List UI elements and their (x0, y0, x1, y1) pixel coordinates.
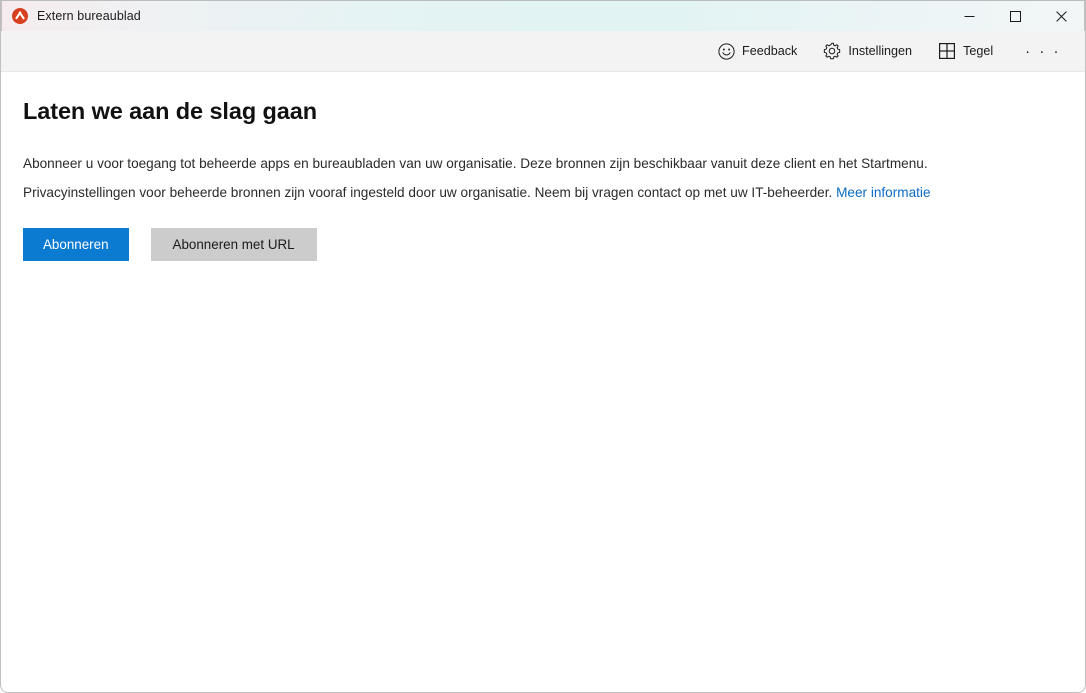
tile-view-label: Tegel (963, 44, 994, 58)
settings-button[interactable]: Instellingen (815, 36, 920, 66)
more-info-link[interactable]: Meer informatie (836, 185, 930, 200)
page-title: Laten we aan de slag gaan (23, 98, 317, 124)
main-content: Laten we aan de slag gaan Abonneer u voo… (1, 72, 1085, 261)
subscribe-button[interactable]: Abonneren (23, 228, 129, 261)
feedback-label: Feedback (742, 44, 798, 58)
settings-label: Instellingen (848, 44, 913, 58)
tile-view-button[interactable]: Tegel (930, 36, 1001, 66)
title-bar[interactable]: Extern bureaublad (1, 0, 1085, 31)
close-icon (1055, 10, 1067, 22)
grid-icon (938, 42, 956, 60)
close-button[interactable] (1038, 1, 1084, 32)
description-line-1: Abonneer u voor toegang tot beheerde app… (23, 156, 928, 171)
command-toolbar: Feedback Instellingen Tegel · · · (1, 31, 1085, 72)
feedback-button[interactable]: Feedback (709, 36, 805, 66)
window-controls (946, 1, 1084, 32)
minimize-button[interactable] (946, 1, 992, 32)
window-title: Extern bureaublad (37, 9, 141, 23)
maximize-button[interactable] (992, 1, 1038, 32)
minimize-icon (964, 15, 974, 17)
maximize-icon (1009, 10, 1021, 22)
gear-icon (823, 42, 841, 60)
description-line-2-text: Privacyinstellingen voor beheerde bronne… (23, 185, 837, 200)
overflow-menu-button[interactable]: · · · (1015, 36, 1071, 66)
remote-desktop-icon (12, 8, 28, 24)
smiley-icon (717, 42, 735, 60)
action-button-row: Abonneren Abonneren met URL (23, 228, 1063, 261)
description-line-2: Privacyinstellingen voor beheerde bronne… (23, 178, 1063, 207)
subscribe-with-url-button[interactable]: Abonneren met URL (150, 228, 317, 261)
app-window: Extern bureaublad Feedback Instellingen … (0, 0, 1086, 693)
